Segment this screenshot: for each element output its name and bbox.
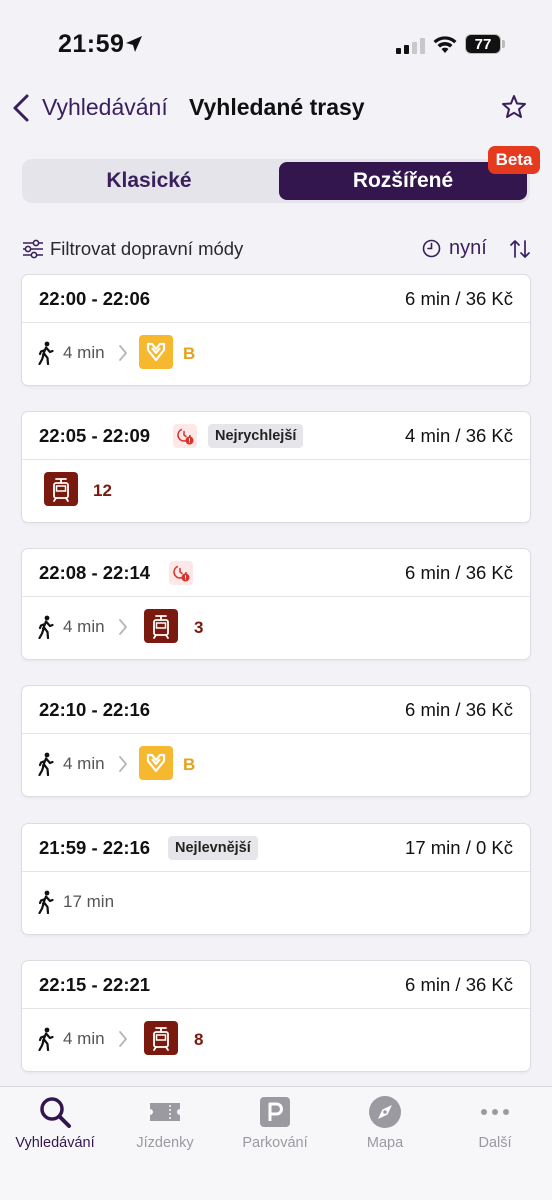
line-label: 8 — [194, 1030, 204, 1049]
tram-icon — [44, 472, 78, 506]
favorite-star-icon[interactable] — [500, 93, 528, 121]
route-time: 22:15 - 22:21 — [39, 974, 151, 995]
tab-label: Parkování — [242, 1135, 308, 1151]
route-card[interactable]: 21:59 - 22:16 Nejlevnější 17 min / 0 Kč … — [22, 824, 530, 934]
tab-parking[interactable]: Parkování — [220, 1087, 330, 1167]
route-duration-price: 6 min / 36 Kč — [405, 699, 513, 720]
walk-icon — [38, 752, 54, 776]
tram-icon — [144, 1021, 178, 1055]
cellular-signal-icon — [396, 38, 425, 54]
segment-classic[interactable]: Klasické — [25, 162, 273, 200]
status-time: 21:59 — [58, 30, 125, 58]
filter-modes-button[interactable]: Filtrovat dopravní módy — [50, 238, 243, 260]
ticket-icon — [150, 1103, 180, 1121]
fastest-tag: Nejrychlejší — [208, 424, 304, 448]
metro-icon — [139, 335, 173, 369]
tab-label: Mapa — [366, 1135, 404, 1151]
tab-label: Jízdenky — [136, 1135, 194, 1151]
route-card[interactable]: 22:15 - 22:21 6 min / 36 Kč 4 min 8 — [22, 961, 530, 1071]
route-card[interactable]: 22:05 - 22:09 Nejrychlejší 4 min / 36 Kč… — [22, 412, 530, 522]
wifi-icon — [433, 36, 457, 53]
line-label: B — [183, 755, 196, 774]
route-duration-price: 17 min / 0 Kč — [405, 837, 513, 858]
sliders-icon[interactable] — [22, 239, 44, 259]
route-card[interactable]: 22:00 - 22:06 6 min / 36 Kč 4 min B — [22, 275, 530, 385]
tab-label: Vyhledávání — [15, 1135, 95, 1151]
battery-icon: 77 — [465, 34, 505, 54]
walk-duration: 4 min — [63, 754, 105, 773]
walk-duration: 4 min — [63, 343, 105, 362]
route-duration-price: 6 min / 36 Kč — [405, 562, 513, 583]
cheapest-tag: Nejlevnější — [168, 836, 258, 860]
walk-icon — [38, 1027, 54, 1051]
route-time: 22:05 - 22:09 — [39, 425, 151, 446]
tab-tickets[interactable]: Jízdenky — [110, 1087, 220, 1167]
status-bar: 21:59 77 — [0, 0, 552, 80]
search-icon — [40, 1097, 71, 1128]
compass-icon — [369, 1096, 401, 1128]
delay-warning-icon — [173, 424, 197, 448]
walk-duration: 4 min — [63, 1029, 105, 1048]
line-label: 3 — [194, 618, 204, 637]
chevron-right-icon — [118, 754, 128, 774]
tab-label: Další — [478, 1135, 512, 1151]
back-button[interactable]: Vyhledávání — [42, 94, 168, 121]
route-card[interactable]: 22:08 - 22:14 6 min / 36 Kč 4 min 3 — [22, 549, 530, 659]
walk-duration: 17 min — [63, 892, 115, 911]
route-duration-price: 6 min / 36 Kč — [405, 288, 513, 309]
nav-header: Vyhledávání Vyhledané trasy — [0, 84, 552, 132]
tab-map[interactable]: Mapa — [330, 1087, 440, 1167]
walk-icon — [38, 890, 54, 914]
route-time: 22:00 - 22:06 — [39, 288, 151, 309]
route-time: 22:08 - 22:14 — [39, 562, 151, 583]
route-duration-price: 4 min / 36 Kč — [405, 425, 513, 446]
tab-search[interactable]: Vyhledávání — [0, 1087, 110, 1167]
sort-icon[interactable] — [509, 238, 531, 260]
tab-bar: Vyhledávání Jízdenky Parkování Mapa Dalš… — [0, 1086, 552, 1200]
route-time: 21:59 - 22:16 — [39, 837, 151, 858]
more-icon — [481, 1109, 509, 1115]
location-arrow-icon — [126, 36, 142, 52]
chevron-right-icon — [118, 617, 128, 637]
metro-icon — [139, 746, 173, 780]
chevron-right-icon — [118, 343, 128, 363]
route-card[interactable]: 22:10 - 22:16 6 min / 36 Kč 4 min B — [22, 686, 530, 796]
chevron-right-icon — [118, 1029, 128, 1049]
line-label: 12 — [93, 481, 112, 500]
delay-warning-icon — [169, 561, 193, 585]
tram-icon — [144, 609, 178, 643]
line-label: B — [183, 344, 196, 363]
tab-more[interactable]: Další — [440, 1087, 550, 1167]
beta-badge: Beta — [488, 146, 540, 174]
parking-icon — [260, 1097, 290, 1127]
back-chevron-icon[interactable] — [10, 92, 32, 124]
filter-row: Filtrovat dopravní módy nyní — [0, 232, 552, 266]
mode-segmented-control: Klasické Rozšířené — [22, 159, 530, 203]
route-duration-price: 6 min / 36 Kč — [405, 974, 513, 995]
walk-icon — [38, 341, 54, 365]
walk-duration: 4 min — [63, 617, 105, 636]
clock-icon[interactable] — [422, 239, 441, 258]
departure-time-button[interactable]: nyní — [449, 237, 487, 260]
page-title: Vyhledané trasy — [189, 94, 365, 120]
walk-icon — [38, 615, 54, 639]
route-time: 22:10 - 22:16 — [39, 699, 151, 720]
battery-level: 77 — [465, 34, 501, 54]
